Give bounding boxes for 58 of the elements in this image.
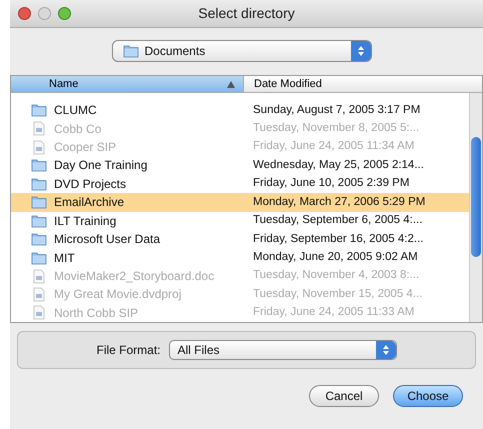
folder-icon	[31, 103, 47, 118]
document-icon	[33, 140, 45, 155]
file-row[interactable]: CLUMC Sunday, August 7, 2005 3:17 PM	[11, 101, 469, 120]
folder-icon	[122, 44, 138, 58]
column-header[interactable]: Date Modified	[243, 76, 482, 92]
file-name: EmailArchive	[54, 194, 124, 212]
date-modified: Sunday, August 7, 2005 3:17 PM	[252, 102, 420, 118]
close-button[interactable]	[18, 7, 31, 20]
date-modified: Tuesday, November 15, 2005 4...	[252, 286, 422, 302]
file-row[interactable]: Microsoft User Data Friday, September 16, 2005 4:2...	[11, 230, 469, 248]
sort-arrow-icon	[227, 80, 235, 88]
folder-icon	[31, 176, 47, 191]
date-modified: Friday, June 10, 2005 2:39 PM	[252, 176, 410, 192]
date-modified: Wednesday, May 25, 2005 2:14...	[252, 158, 424, 173]
folder-icon	[31, 214, 47, 228]
date-modified: Tuesday, November 8, 2005 5:...	[252, 121, 420, 136]
file-name: Day One Training	[54, 157, 148, 174]
document-icon	[33, 305, 45, 320]
folder-icon	[31, 250, 47, 265]
file-format-label: File Format:	[96, 342, 160, 359]
date-modified: Monday, June 20, 2005 9:02 AM	[252, 250, 418, 265]
file-name: My Great Movie.dvdproj	[54, 286, 182, 304]
file-name: CLUMC	[54, 102, 97, 120]
date-modified: Friday, June 24, 2005 11:34 AM	[252, 139, 414, 154]
column-header[interactable]: Name	[11, 76, 243, 92]
date-modified: Tuesday, September 6, 2005 4:...	[252, 213, 422, 228]
date-modified: Tuesday, November 4, 2003 8:...	[252, 268, 420, 284]
document-icon	[33, 286, 45, 302]
stepper-icon	[376, 341, 396, 359]
date-modified: Friday, September 16, 2005 4:2...	[252, 232, 424, 247]
folder-icon	[31, 195, 47, 210]
folder-icon	[31, 232, 47, 246]
file-name: MovieMaker2_Storyboard.doc	[54, 268, 214, 285]
file-name: ILT Training	[54, 212, 116, 230]
file-row[interactable]: DVD Projects Friday, June 10, 2005 2:39 PM	[11, 174, 469, 194]
file-row[interactable]: ILT Training Tuesday, September 6, 2005 4:...	[11, 212, 469, 230]
file-format-popup[interactable]: All Files	[168, 340, 396, 360]
file-row[interactable]: Day One Training Wednesday, May 25, 2005 2:14...	[11, 156, 469, 175]
zoom-button[interactable]	[58, 7, 71, 20]
file-name: North Cobb SIP	[54, 304, 138, 322]
document-icon	[33, 268, 45, 284]
file-name: Cooper SIP	[54, 139, 116, 156]
file-name: Cobb Co	[54, 120, 102, 138]
file-name: DVD Projects	[54, 176, 126, 193]
file-name: Microsoft User Data	[54, 231, 160, 248]
file-row[interactable]: EmailArchive Monday, March 27, 2006 5:29 PM	[11, 193, 469, 212]
scrollbar[interactable]	[469, 93, 482, 322]
date-modified: Friday, June 24, 2005 11:33 AM	[252, 305, 414, 320]
cancel-button[interactable]: Cancel	[309, 385, 379, 407]
window-title: Select directory	[198, 4, 295, 23]
stepper-icon	[350, 41, 370, 61]
document-icon	[33, 121, 45, 136]
folder-icon	[31, 158, 47, 172]
choose-button[interactable]: Choose	[393, 385, 463, 407]
date-modified: Monday, March 27, 2006 5:29 PM	[252, 194, 426, 210]
file-name: MIT	[54, 250, 75, 267]
location-popup[interactable]: Documents	[112, 40, 372, 62]
file-row[interactable]: MIT Monday, June 20, 2005 9:02 AM	[11, 248, 469, 267]
